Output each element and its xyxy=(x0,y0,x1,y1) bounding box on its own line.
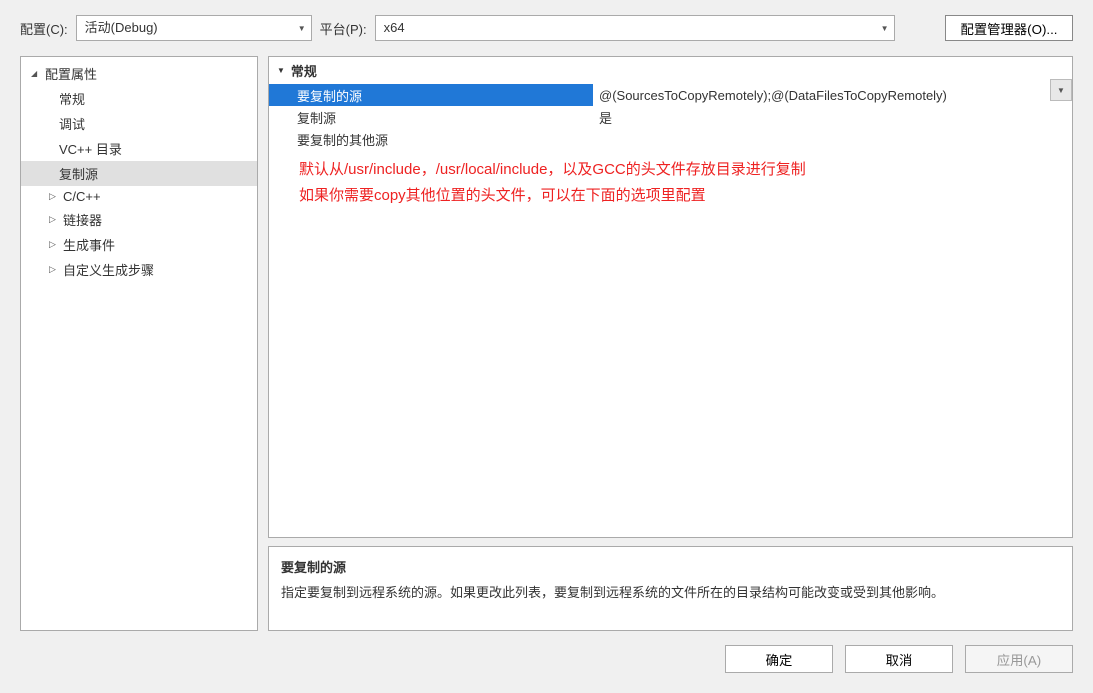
tree-item-general[interactable]: 常规 xyxy=(21,86,257,111)
tree-item-ccpp[interactable]: C/C++ xyxy=(21,186,257,207)
tree-item-label: 生成事件 xyxy=(63,235,115,254)
config-label: 配置(C): xyxy=(20,19,68,38)
property-value[interactable]: 是 xyxy=(593,106,1072,128)
description-title: 要复制的源 xyxy=(281,557,1060,576)
main-area: 配置属性 常规 调试 VC++ 目录 复制源 C/C++ 链接器 生成事件 自定… xyxy=(0,56,1093,631)
property-name: 复制源 xyxy=(269,106,593,128)
property-group-label: 常规 xyxy=(291,61,317,80)
chevron-down-icon[interactable]: ▼ xyxy=(277,66,285,75)
config-combo[interactable]: 活动(Debug) ▼ xyxy=(76,15,312,41)
property-name: 要复制的其他源 xyxy=(269,128,593,150)
platform-value: x64 xyxy=(384,20,405,36)
expand-icon[interactable] xyxy=(49,191,59,202)
expand-icon[interactable] xyxy=(49,239,59,250)
platform-combo[interactable]: x64 ▼ xyxy=(375,15,895,41)
tree-panel: 配置属性 常规 调试 VC++ 目录 复制源 C/C++ 链接器 生成事件 自定… xyxy=(20,56,258,631)
tree-root[interactable]: 配置属性 xyxy=(21,61,257,86)
property-row[interactable]: 要复制的其他源 xyxy=(269,128,1072,150)
expand-icon[interactable] xyxy=(49,214,59,225)
bottom-buttons: 确定 取消 应用(A) xyxy=(0,631,1093,673)
description-panel: 要复制的源 指定要复制到远程系统的源。如果更改此列表，要复制到远程系统的文件所在… xyxy=(268,546,1073,631)
description-text: 指定要复制到远程系统的源。如果更改此列表，要复制到远程系统的文件所在的目录结构可… xyxy=(281,582,1060,601)
annotation-line1: 默认从/usr/include，/usr/local/include，以及GCC… xyxy=(299,157,806,183)
tree-item-label: C/C++ xyxy=(63,189,101,204)
tree-item-label: 调试 xyxy=(59,114,85,133)
apply-button[interactable]: 应用(A) xyxy=(965,645,1073,673)
tree-item-label: 自定义生成步骤 xyxy=(63,260,154,279)
tree-item-label: 链接器 xyxy=(63,210,102,229)
expand-icon[interactable] xyxy=(49,264,59,275)
property-value[interactable] xyxy=(593,128,1072,150)
tree-item-vcdirs[interactable]: VC++ 目录 xyxy=(21,136,257,161)
annotation-line2: 如果你需要copy其他位置的头文件，可以在下面的选项里配置 xyxy=(299,183,806,209)
config-manager-button[interactable]: 配置管理器(O)... xyxy=(945,15,1073,41)
top-bar: 配置(C): 活动(Debug) ▼ 平台(P): x64 ▼ 配置管理器(O)… xyxy=(0,0,1093,56)
property-value-dropdown[interactable]: ▼ xyxy=(1050,79,1072,101)
chevron-down-icon[interactable]: ▼ xyxy=(293,16,311,40)
property-group-header[interactable]: ▼ 常规 xyxy=(269,57,1072,84)
platform-label: 平台(P): xyxy=(320,19,367,38)
tree-item-copysources[interactable]: 复制源 xyxy=(21,161,257,186)
tree-item-buildevents[interactable]: 生成事件 xyxy=(21,232,257,257)
tree-item-label: 常规 xyxy=(59,89,85,108)
tree-item-linker[interactable]: 链接器 xyxy=(21,207,257,232)
property-value[interactable]: @(SourcesToCopyRemotely);@(DataFilesToCo… xyxy=(593,84,1072,106)
property-row[interactable]: 复制源 是 xyxy=(269,106,1072,128)
chevron-down-icon[interactable]: ▼ xyxy=(876,16,894,40)
property-row[interactable]: 要复制的源 @(SourcesToCopyRemotely);@(DataFil… xyxy=(269,84,1072,106)
tree-root-label: 配置属性 xyxy=(45,64,97,83)
right-panel: ▼ 常规 要复制的源 @(SourcesToCopyRemotely);@(Da… xyxy=(268,56,1073,631)
expand-icon[interactable] xyxy=(31,68,41,79)
property-name: 要复制的源 xyxy=(269,84,593,106)
cancel-button[interactable]: 取消 xyxy=(845,645,953,673)
annotation-overlay: 默认从/usr/include，/usr/local/include，以及GCC… xyxy=(299,157,806,209)
tree-item-label: VC++ 目录 xyxy=(59,139,122,158)
property-grid: ▼ 常规 要复制的源 @(SourcesToCopyRemotely);@(Da… xyxy=(268,56,1073,538)
tree-item-custombuild[interactable]: 自定义生成步骤 xyxy=(21,257,257,282)
ok-button[interactable]: 确定 xyxy=(725,645,833,673)
tree-item-label: 复制源 xyxy=(59,164,98,183)
config-value: 活动(Debug) xyxy=(85,20,158,36)
tree-item-debug[interactable]: 调试 xyxy=(21,111,257,136)
